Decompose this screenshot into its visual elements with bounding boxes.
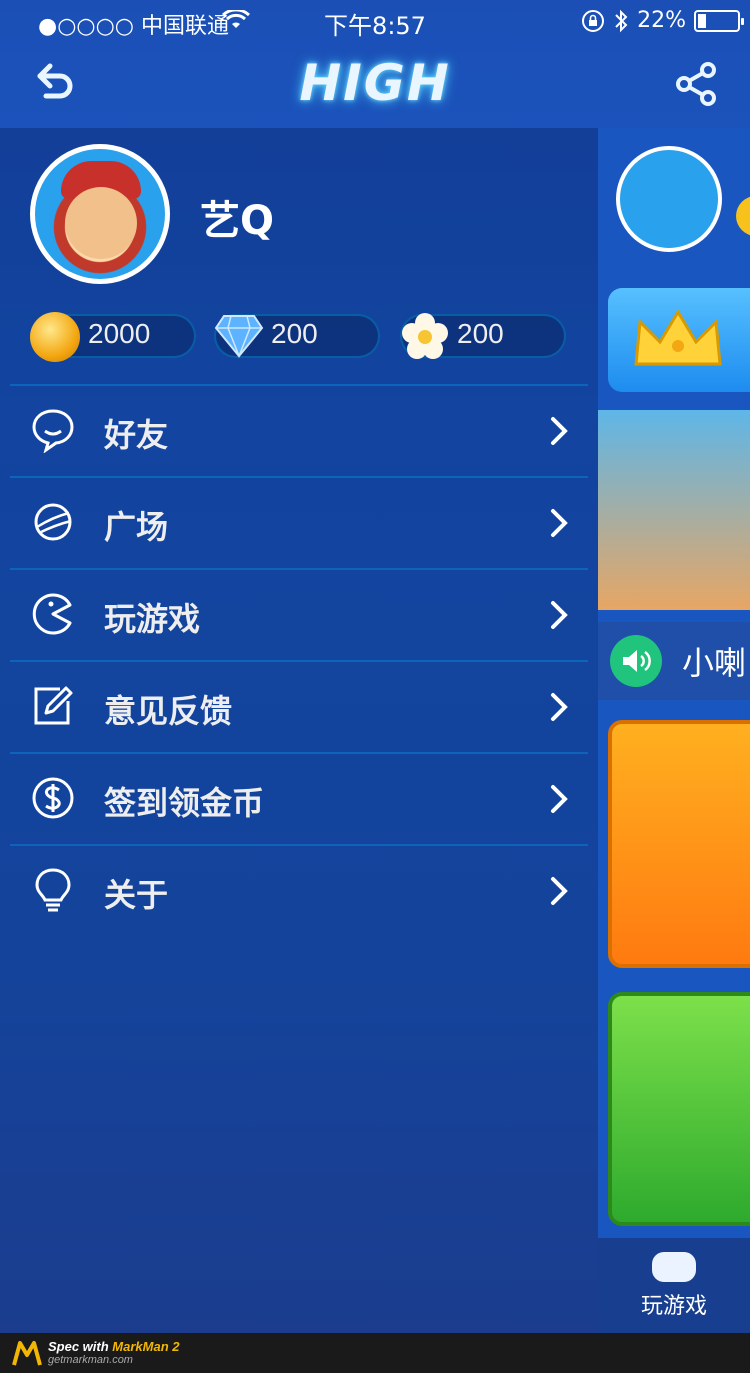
announcement-text: 小喇 <box>682 644 747 682</box>
background-avatar <box>616 146 722 252</box>
footer-brand: MarkMan 2 <box>112 1339 180 1354</box>
avatar[interactable] <box>30 144 170 284</box>
side-drawer: 艺Q 2000 200 200 好友 广场 玩游戏 意见反馈 签到领金币 关于 <box>0 128 598 1333</box>
game-banner[interactable] <box>598 410 750 610</box>
page-title: HIGH <box>299 54 451 112</box>
avatar-face <box>65 187 137 259</box>
menu-item-play-games[interactable]: 玩游戏 <box>0 568 598 660</box>
speaker-icon <box>610 635 662 687</box>
markman-logo-icon <box>12 1341 42 1366</box>
crown-card[interactable] <box>608 288 750 392</box>
crown-icon <box>634 309 722 366</box>
battery-fill <box>698 13 707 28</box>
username: 艺Q <box>200 198 275 244</box>
markman-footer: Spec with MarkMan 2 getmarkman.com <box>0 1333 750 1373</box>
tab-label: 玩游戏 <box>640 1294 707 1319</box>
battery-status: 22% <box>581 8 744 33</box>
divider <box>10 568 588 570</box>
tab-play-games[interactable]: 玩游戏 <box>598 1238 750 1333</box>
footer-prefix: Spec with <box>48 1339 113 1354</box>
battery-icon <box>694 9 744 32</box>
menu-label: 广场 <box>104 508 169 546</box>
edit-icon <box>34 686 73 725</box>
divider <box>10 752 588 754</box>
divider <box>10 844 588 846</box>
menu-label: 玩游戏 <box>104 600 201 638</box>
diamond-icon <box>214 315 264 359</box>
rotation-lock-icon <box>582 9 605 32</box>
game-card-green[interactable] <box>608 992 750 1226</box>
chevron-right-icon <box>551 785 568 813</box>
share-icon[interactable] <box>672 60 720 108</box>
chevron-right-icon <box>551 417 568 445</box>
menu-item-feedback[interactable]: 意见反馈 <box>0 660 598 752</box>
flowers-value: 200 <box>457 318 504 349</box>
chevron-right-icon <box>551 693 568 721</box>
divider <box>10 476 588 478</box>
navbar: HIGH <box>0 40 750 128</box>
menu-label: 签到领金币 <box>104 784 265 822</box>
footer-line1: Spec with MarkMan 2 <box>48 1340 180 1353</box>
gamepad-icon <box>652 1252 696 1282</box>
footer-url: getmarkman.com <box>48 1354 133 1366</box>
chevron-right-icon <box>551 601 568 629</box>
menu-item-friends[interactable]: 好友 <box>0 384 598 476</box>
divider <box>10 384 588 386</box>
menu-item-about[interactable]: 关于 <box>0 844 598 936</box>
pacman-icon <box>32 593 72 635</box>
bluetooth-icon <box>615 9 628 32</box>
coins-value: 2000 <box>88 318 151 349</box>
footer-text: Spec with MarkMan 2 getmarkman.com <box>48 1340 180 1366</box>
chevron-right-icon <box>551 877 568 905</box>
divider <box>10 660 588 662</box>
lightbulb-icon <box>35 868 71 912</box>
background-coin-icon <box>736 196 750 236</box>
status-bar: ●○○○○ 中国联通 下午8:57 22% <box>0 0 750 40</box>
menu-label: 好友 <box>104 416 169 454</box>
menu-label: 意见反馈 <box>104 692 233 730</box>
planet-icon <box>34 503 72 541</box>
background-page: 小喇 玩游戏 <box>598 128 750 1333</box>
flower-icon <box>402 313 448 359</box>
menu-item-square[interactable]: 广场 <box>0 476 598 568</box>
announcement-row[interactable]: 小喇 <box>598 622 750 700</box>
diamonds-value: 200 <box>271 318 318 349</box>
game-card-orange[interactable] <box>608 720 750 968</box>
dollar-icon <box>32 777 74 819</box>
profile-header: 艺Q 2000 200 200 <box>0 128 598 384</box>
chevron-right-icon <box>551 509 568 537</box>
chat-bubble-icon <box>32 409 74 453</box>
menu-label: 关于 <box>104 876 169 914</box>
battery-percent: 22% <box>637 8 686 33</box>
coin-icon <box>30 312 80 362</box>
menu-item-checkin-coins[interactable]: 签到领金币 <box>0 752 598 844</box>
